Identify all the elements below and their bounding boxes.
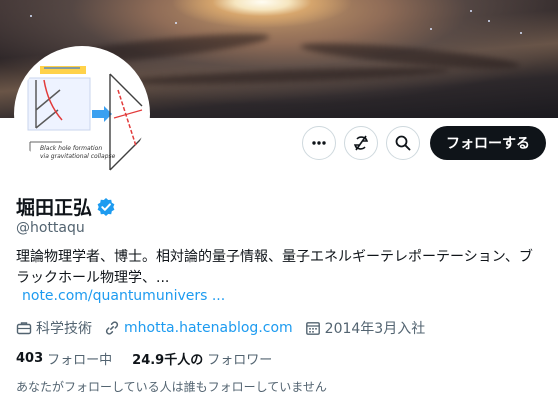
followers-label: フォロワー bbox=[207, 353, 273, 368]
following-stat[interactable]: 403 フォロー中 bbox=[16, 349, 112, 368]
display-name: 堀田正弘 bbox=[16, 197, 93, 219]
verified-badge-icon[interactable] bbox=[96, 197, 116, 217]
following-count: 403 bbox=[16, 351, 44, 366]
more-horizontal-icon bbox=[312, 141, 326, 145]
avatar-image: Black hole formation via gravitational c… bbox=[18, 50, 146, 178]
link-icon bbox=[105, 321, 119, 335]
user-handle: @hottaqu bbox=[16, 220, 85, 236]
website-item[interactable]: mhotta.hatenablog.com bbox=[104, 320, 293, 336]
category-label: 科学技術 bbox=[36, 321, 92, 337]
joined-date: 2014年3月入社 bbox=[324, 321, 426, 337]
joined-item: 2014年3月入社 bbox=[305, 318, 426, 338]
subscribe-button[interactable] bbox=[344, 126, 378, 160]
more-button[interactable] bbox=[302, 126, 336, 160]
following-label: フォロー中 bbox=[47, 353, 113, 368]
search-button[interactable] bbox=[386, 126, 420, 160]
category-item: 科学技術 bbox=[16, 318, 92, 338]
bio-link[interactable]: note.com/quantumunivers ... bbox=[22, 288, 225, 304]
followers-count: 24.9千人の bbox=[132, 353, 204, 368]
profile-meta-row: 科学技術 mhotta.hatenablog.com 2014年3月入社 bbox=[16, 318, 437, 338]
search-icon bbox=[395, 135, 411, 151]
followers-stat[interactable]: 24.9千人の フォロワー bbox=[132, 349, 272, 368]
follow-button[interactable]: フォローする bbox=[430, 126, 546, 160]
profile-action-row: フォローする bbox=[302, 126, 546, 160]
calendar-icon bbox=[305, 322, 320, 335]
follow-stats: 403 フォロー中 24.9千人の フォロワー bbox=[16, 349, 292, 368]
subscribe-off-icon bbox=[353, 135, 369, 151]
briefcase-icon bbox=[16, 322, 32, 335]
name-row: 堀田正弘 bbox=[16, 193, 116, 220]
avatar-caption-2: via gravitational collapse bbox=[40, 153, 116, 160]
website-link[interactable]: mhotta.hatenablog.com bbox=[124, 320, 293, 336]
avatar[interactable]: Black hole formation via gravitational c… bbox=[14, 46, 150, 182]
avatar-caption-1: Black hole formation bbox=[40, 145, 102, 152]
mutual-followers-note: あなたがフォローしている人は誰もフォローしていません bbox=[16, 380, 327, 394]
profile-bio: 理論物理学者、博士。相対論的量子情報、量子エネルギーテレポーテーション、ブラック… bbox=[16, 249, 533, 286]
